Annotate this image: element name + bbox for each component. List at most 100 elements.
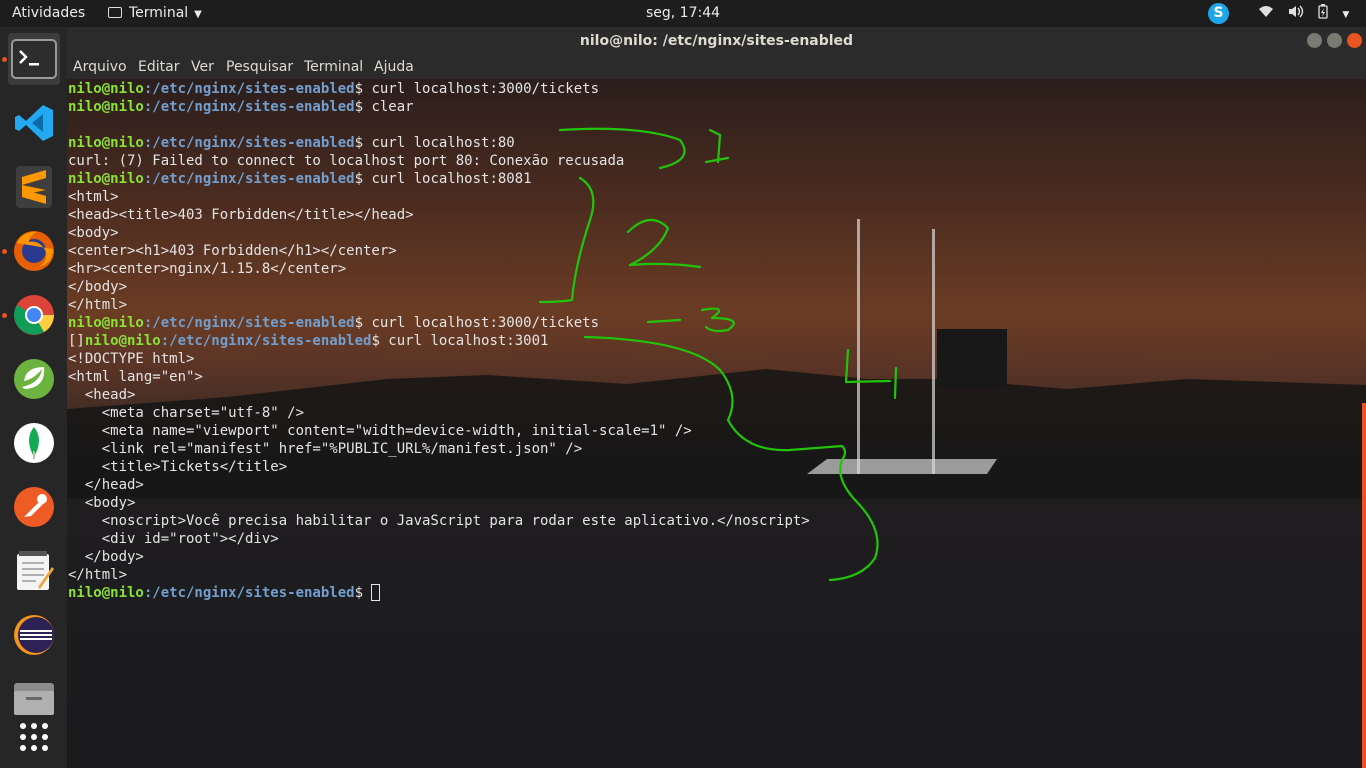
mongodb-icon <box>14 423 54 463</box>
terminal-prompt-line: nilo@nilo:/etc/nginx/sites-enabled$ curl… <box>68 80 810 98</box>
output-text: <meta name="viewport" content="width=dev… <box>68 423 692 439</box>
terminal-output-line: <center><h1>403 Forbidden</h1></center> <box>68 242 810 260</box>
output-text: <body> <box>68 225 119 241</box>
top-bar: Atividades Terminal ▼ seg, 17:44 S ▼ <box>0 0 1366 27</box>
dock-sublime-text[interactable] <box>8 161 60 213</box>
terminal-output-line: <meta name="viewport" content="width=dev… <box>68 422 810 440</box>
show-applications-button[interactable] <box>8 711 60 763</box>
menu-ver[interactable]: Ver <box>191 59 214 75</box>
scrollbar[interactable] <box>1362 403 1366 768</box>
prompt-prefix: [] <box>68 333 85 349</box>
output-text: <head> <box>68 387 136 403</box>
running-indicator <box>2 57 7 62</box>
output-text: <html> <box>68 189 119 205</box>
prompt-symbol: $ <box>354 315 372 331</box>
cursor[interactable] <box>371 584 381 601</box>
output-text: </body> <box>68 279 128 295</box>
dock-vscode[interactable] <box>8 97 60 149</box>
maximize-button[interactable] <box>1327 33 1342 48</box>
prompt-user: nilo@nilo <box>68 315 144 331</box>
prompt-user: nilo@nilo <box>68 585 144 601</box>
dock-text-editor[interactable] <box>8 545 60 597</box>
chevron-down-icon: ▼ <box>1342 10 1350 20</box>
prompt-user: nilo@nilo <box>84 333 161 349</box>
prompt-user: nilo@nilo <box>68 171 144 187</box>
terminal-icon <box>11 39 57 79</box>
vscode-icon <box>15 105 53 141</box>
terminal-output-line: <html> <box>68 188 810 206</box>
volume-icon <box>1288 5 1308 21</box>
skype-tray-icon[interactable]: S <box>1208 3 1229 24</box>
terminal-output-line: <!DOCTYPE html> <box>68 350 810 368</box>
prompt-path: :/etc/nginx/sites-enabled <box>143 135 355 151</box>
output-text: <title>Tickets</title> <box>68 459 288 475</box>
dock-firefox[interactable] <box>8 225 60 277</box>
prompt-path: :/etc/nginx/sites-enabled <box>160 333 372 349</box>
prompt-symbol: $ <box>354 99 372 115</box>
chevron-down-icon: ▼ <box>194 9 202 20</box>
terminal-output-line: </body> <box>68 548 810 566</box>
prompt-symbol: $ <box>354 171 372 187</box>
text-editor-icon <box>17 551 54 590</box>
window-titlebar[interactable]: nilo@nilo: /etc/nginx/sites-enabled <box>67 27 1366 55</box>
window-title: nilo@nilo: /etc/nginx/sites-enabled <box>579 33 854 49</box>
grid-icon <box>20 723 48 751</box>
command-text: curl localhost:3000/tickets <box>371 81 600 97</box>
terminal-output-line: </html> <box>68 566 810 584</box>
dock-mongodb-compass[interactable] <box>8 417 60 469</box>
activities-button[interactable]: Atividades <box>12 0 85 27</box>
dock-spring-tool-suite[interactable] <box>8 353 60 405</box>
dock-terminal[interactable] <box>8 33 60 85</box>
menu-ajuda[interactable]: Ajuda <box>374 59 414 75</box>
dock-chrome[interactable] <box>8 289 60 341</box>
output-text: <div id="root"></div> <box>68 531 279 547</box>
terminal-output-line: <hr><center>nginx/1.15.8</center> <box>68 260 810 278</box>
app-menu[interactable]: Terminal ▼ <box>108 0 202 27</box>
command-text: curl localhost:80 <box>371 135 515 151</box>
terminal-output-line: <head><title>403 Forbidden</title></head… <box>68 206 810 224</box>
command-text: curl localhost:8081 <box>371 171 532 187</box>
terminal-output-line: <link rel="manifest" href="%PUBLIC_URL%/… <box>68 440 810 458</box>
prompt-symbol: $ <box>371 333 389 349</box>
menu-editar[interactable]: Editar <box>138 59 179 75</box>
menu-pesquisar[interactable]: Pesquisar <box>226 59 293 75</box>
terminal-output[interactable]: nilo@nilo:/etc/nginx/sites-enabled$ curl… <box>68 80 810 602</box>
terminal-output-line: <body> <box>68 224 810 242</box>
terminal-output-line: <head> <box>68 386 810 404</box>
prompt-path: :/etc/nginx/sites-enabled <box>143 315 355 331</box>
terminal-output-line: <body> <box>68 494 810 512</box>
prompt-symbol: $ <box>354 135 372 151</box>
terminal-output-line: <noscript>Você precisa habilitar o JavaS… <box>68 512 810 530</box>
minimize-button[interactable] <box>1307 33 1322 48</box>
terminal-output-line: curl: (7) Failed to connect to localhost… <box>68 152 810 170</box>
close-button[interactable] <box>1347 33 1362 48</box>
output-text: <hr><center>nginx/1.15.8</center> <box>68 261 347 277</box>
output-text: <!DOCTYPE html> <box>68 351 195 367</box>
output-text: </html> <box>68 297 128 313</box>
chrome-icon <box>14 295 54 335</box>
terminal-output-line: </body> <box>68 278 810 296</box>
prompt-path: :/etc/nginx/sites-enabled <box>143 171 355 187</box>
dock <box>0 27 67 768</box>
command-text: curl localhost:3000/tickets <box>371 315 600 331</box>
output-text: </head> <box>68 477 144 493</box>
terminal-prompt-line: nilo@nilo:/etc/nginx/sites-enabled$ clea… <box>68 98 810 116</box>
eclipse-icon <box>14 615 54 655</box>
menu-bar: Arquivo Editar Ver Pesquisar Terminal Aj… <box>67 55 1366 79</box>
output-text: <noscript>Você precisa habilitar o JavaS… <box>68 513 810 529</box>
system-menu[interactable]: ▼ <box>1258 0 1359 27</box>
prompt-path: :/etc/nginx/sites-enabled <box>143 99 355 115</box>
wifi-icon <box>1258 6 1278 21</box>
sublime-text-icon <box>16 166 52 208</box>
command-text: clear <box>371 99 414 115</box>
clock[interactable]: seg, 17:44 <box>0 0 1366 27</box>
menu-terminal[interactable]: Terminal <box>304 59 363 75</box>
app-menu-label: Terminal <box>129 5 189 21</box>
dock-postman[interactable] <box>8 481 60 533</box>
running-indicator <box>2 313 7 318</box>
output-text: <head><title>403 Forbidden</title></head… <box>68 207 414 223</box>
prompt-user: nilo@nilo <box>68 99 144 115</box>
terminal-prompt-line: nilo@nilo:/etc/nginx/sites-enabled$ curl… <box>68 134 810 152</box>
dock-eclipse[interactable] <box>8 609 60 661</box>
menu-arquivo[interactable]: Arquivo <box>73 59 127 75</box>
